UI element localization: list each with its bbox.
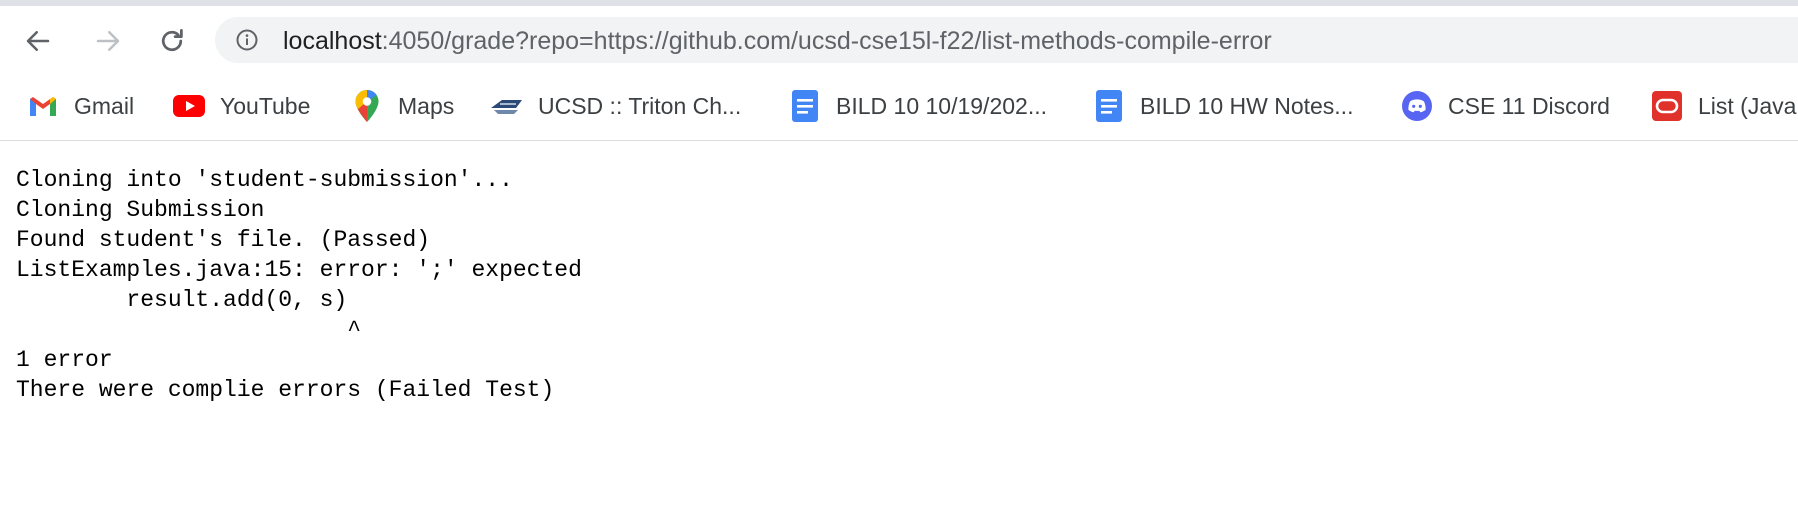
bookmarks-bar: Gmail YouTube Maps UCSD:: Triton Ch... … bbox=[0, 74, 1798, 141]
grader-output: Cloning into 'student-submission'... Clo… bbox=[16, 165, 1776, 405]
output-line: There were complie errors (Failed Test) bbox=[16, 377, 555, 403]
triton-icon bbox=[490, 89, 524, 123]
bookmark-label: UCSD :: Triton Ch... bbox=[538, 92, 742, 119]
browser-toolbar: localhost:4050/grade?repo=https://github… bbox=[0, 6, 1798, 74]
back-button[interactable] bbox=[20, 23, 56, 59]
output-line: result.add(0, s) bbox=[16, 287, 348, 313]
bookmark-list-java[interactable]: List (Java bbox=[1650, 86, 1796, 126]
bookmark-gmail[interactable]: Gmail bbox=[26, 86, 134, 126]
info-icon[interactable] bbox=[235, 28, 259, 52]
address-url[interactable]: localhost:4050/grade?repo=https://github… bbox=[283, 28, 1272, 54]
url-host: localhost bbox=[283, 27, 382, 55]
arrow-left-icon bbox=[26, 31, 50, 51]
output-line: ListExamples.java:15: error: ';' expecte… bbox=[16, 257, 582, 283]
output-line: ^ bbox=[16, 317, 362, 343]
bookmark-bild10-1[interactable]: BILD 10 10/19/202... bbox=[788, 86, 1047, 126]
bookmark-label: List (Java bbox=[1698, 92, 1797, 119]
arrow-right-icon bbox=[96, 31, 120, 51]
bookmark-label: BILD 10 10/19/202... bbox=[836, 92, 1047, 119]
address-bar[interactable]: localhost:4050/grade?repo=https://github… bbox=[215, 17, 1798, 63]
bookmark-label: YouTube bbox=[220, 92, 311, 119]
bookmark-label: Gmail bbox=[74, 92, 135, 119]
url-path: :4050/grade?repo=https://github.com/ucsd… bbox=[381, 27, 1272, 55]
forward-button[interactable] bbox=[90, 23, 126, 59]
docs-icon bbox=[1092, 89, 1126, 123]
bookmark-label: Maps bbox=[398, 92, 455, 119]
reload-icon bbox=[161, 29, 183, 52]
output-line: Found student's file. (Passed) bbox=[16, 227, 431, 253]
bookmark-label: BILD 10 HW Notes... bbox=[1140, 92, 1354, 119]
bookmark-label: CSE 11 Discord bbox=[1448, 92, 1610, 119]
bookmark-bild10-2[interactable]: BILD 10 HW Notes... bbox=[1092, 86, 1353, 126]
bookmark-cse11-discord[interactable]: CSE 11 Discord bbox=[1400, 86, 1610, 126]
page-content: Cloning into 'student-submission'... Clo… bbox=[16, 165, 1776, 405]
bookmark-youtube[interactable]: YouTube bbox=[172, 86, 310, 126]
docs-icon bbox=[788, 89, 822, 123]
output-line: Cloning into 'student-submission'... bbox=[16, 167, 513, 193]
maps-icon bbox=[350, 89, 384, 123]
output-line: Cloning Submission bbox=[16, 197, 265, 223]
gmail-icon bbox=[26, 89, 60, 123]
reload-button[interactable] bbox=[154, 23, 190, 59]
output-line: 1 error bbox=[16, 347, 113, 373]
bookmark-ucsd-triton[interactable]: UCSD :: Triton Ch... bbox=[490, 86, 741, 126]
discord-icon bbox=[1400, 89, 1434, 123]
oracle-icon bbox=[1650, 89, 1684, 123]
bookmark-maps[interactable]: Maps bbox=[350, 86, 454, 126]
youtube-icon bbox=[172, 89, 206, 123]
